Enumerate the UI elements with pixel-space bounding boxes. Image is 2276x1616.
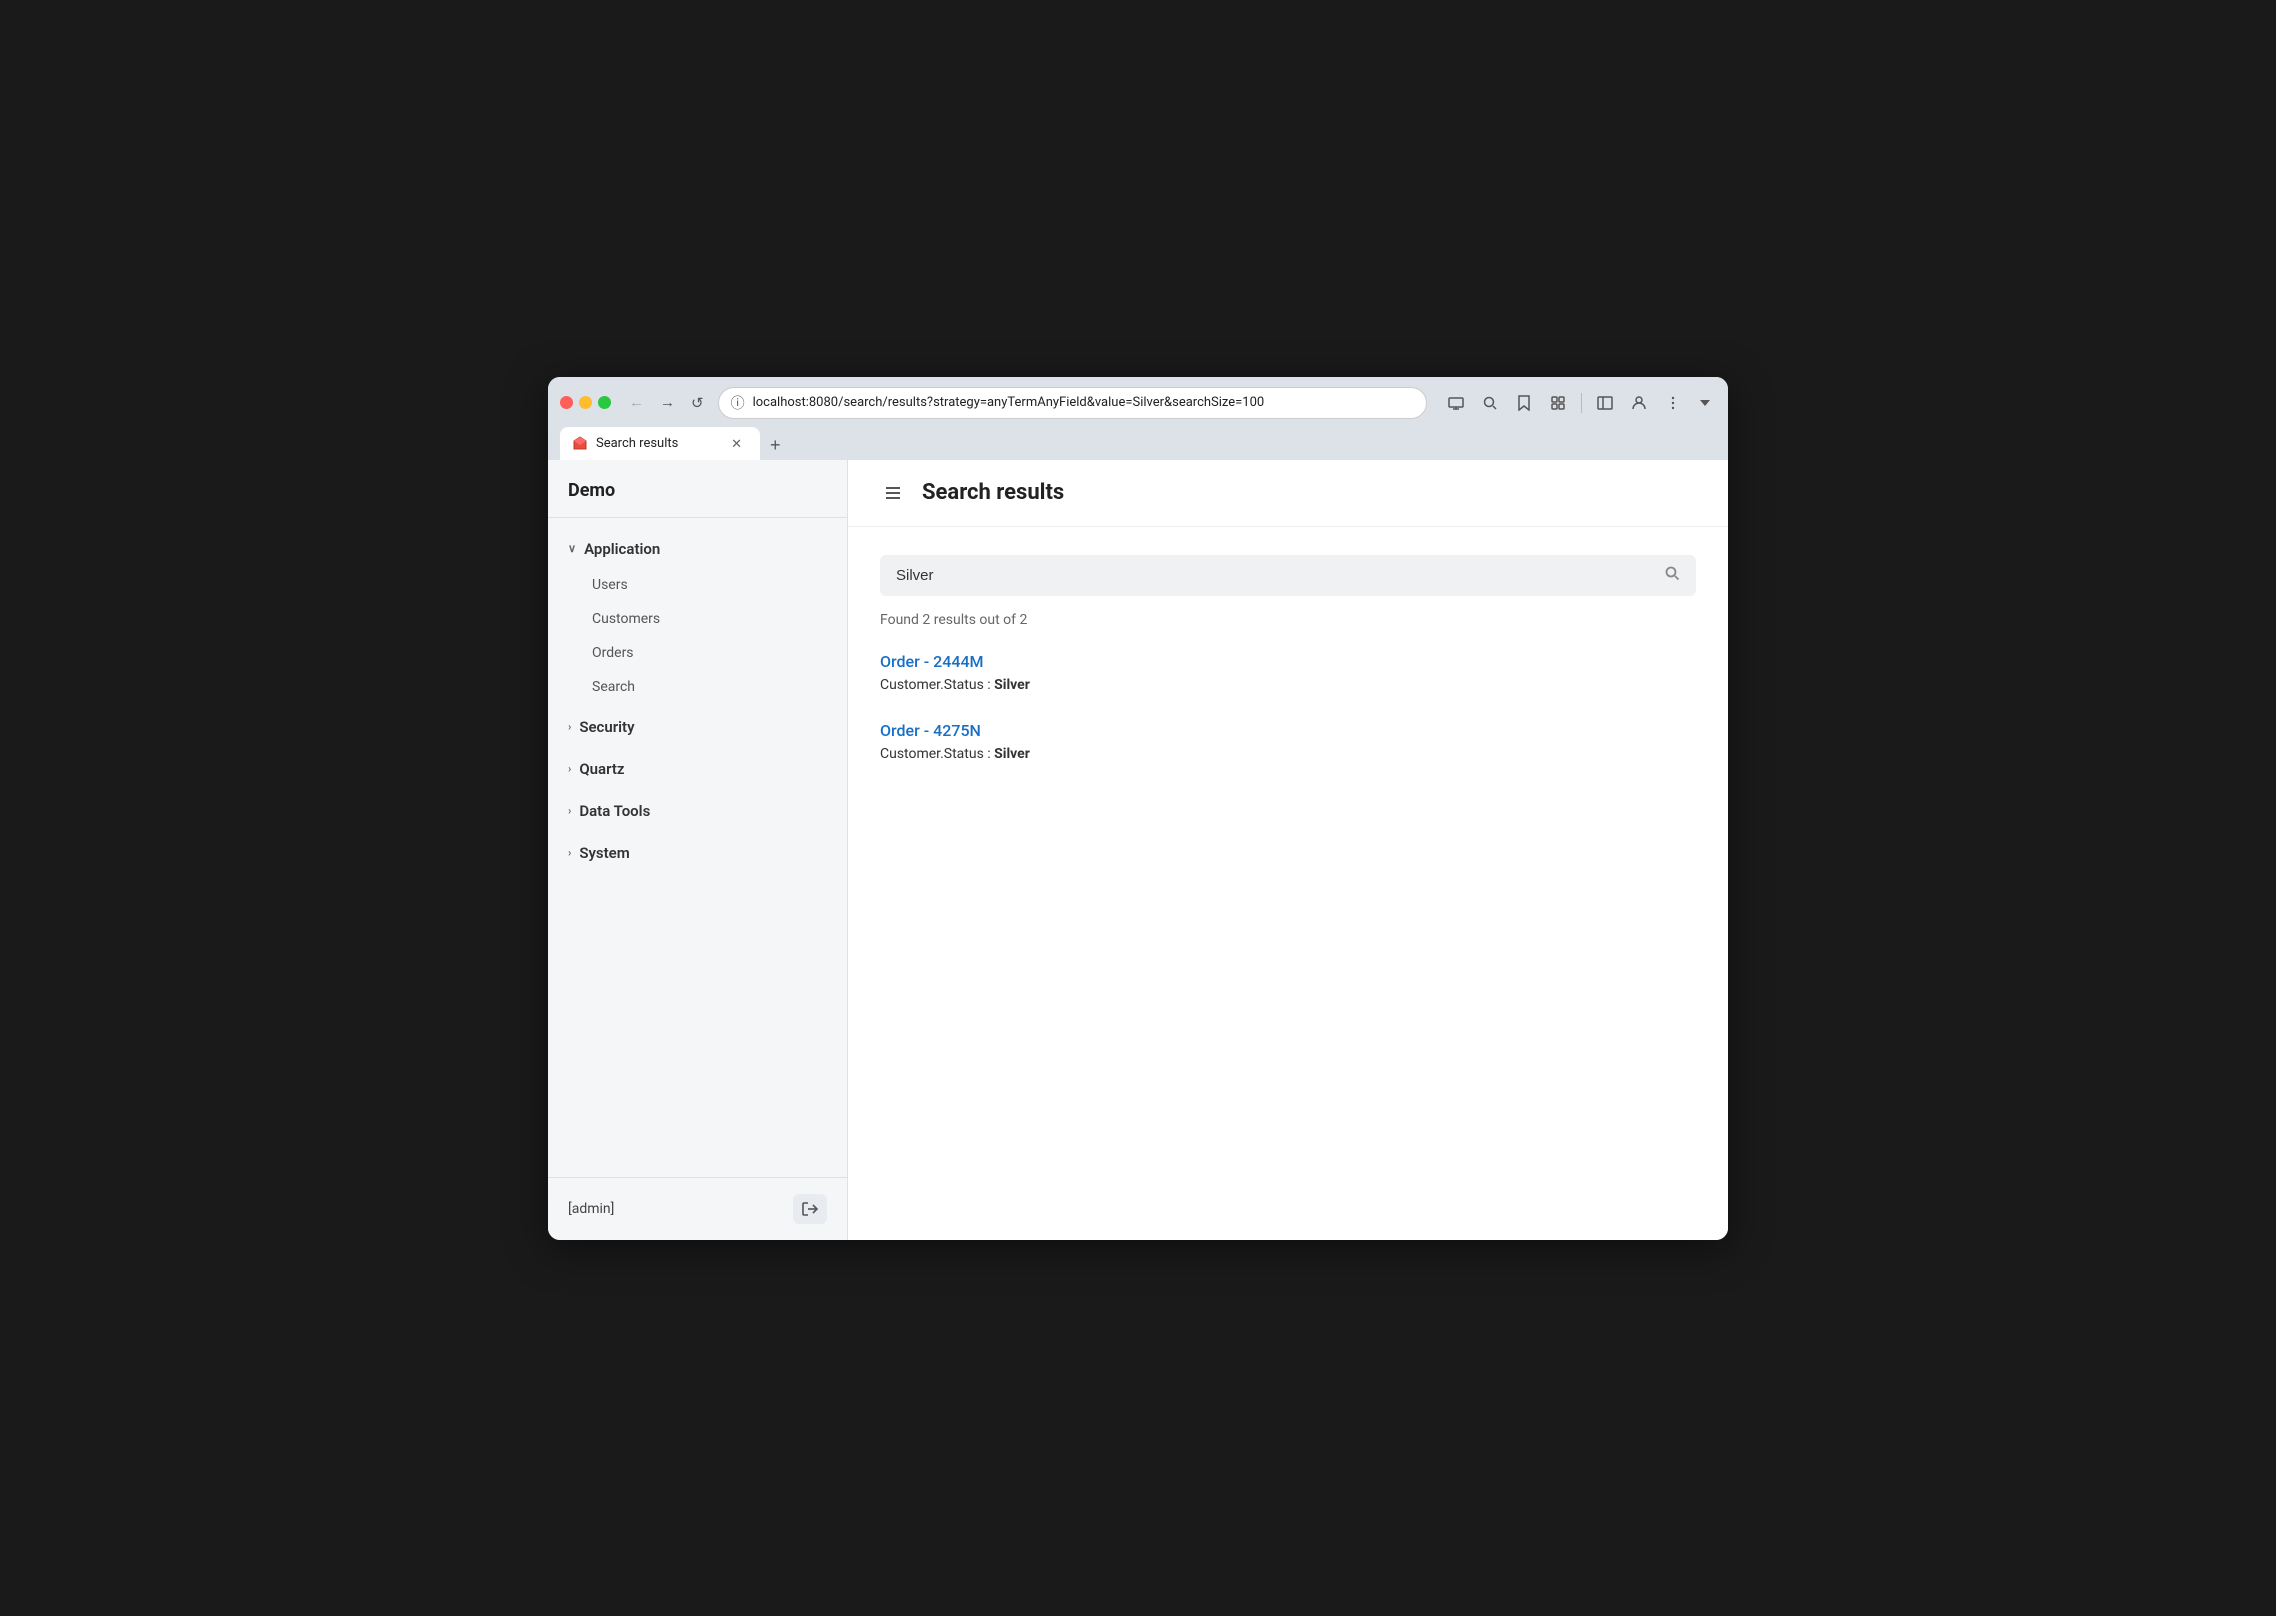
result-link-2[interactable]: Order - 4275N: [880, 721, 981, 740]
sidebar-item-quartz[interactable]: › Quartz: [548, 750, 847, 788]
address-text: localhost:8080/search/results?strategy=a…: [753, 395, 1414, 410]
reload-button[interactable]: ↺: [685, 390, 710, 416]
chevron-right-icon-4: ›: [568, 846, 571, 859]
browser-window: ← → ↺ ⓘ localhost:8080/search/results?st…: [548, 377, 1728, 1240]
result-item-1: Order - 2444M Customer.Status : Silver: [880, 652, 1696, 693]
zoom-icon[interactable]: [1477, 391, 1503, 415]
toolbar-divider: [1581, 393, 1582, 413]
sidebar-item-system[interactable]: › System: [548, 834, 847, 872]
nav-section-system: › System: [548, 834, 847, 872]
sidebar-item-system-label: System: [579, 844, 629, 862]
sidebar-item-data-tools-label: Data Tools: [579, 802, 650, 820]
bookmark-icon[interactable]: [1511, 391, 1537, 415]
address-info-icon: ⓘ: [731, 393, 745, 413]
new-tab-button[interactable]: +: [762, 431, 789, 460]
chevron-down-icon: ∨: [568, 542, 576, 555]
sidebar-item-customers[interactable]: Customers: [548, 602, 847, 636]
menu-icon[interactable]: [1660, 391, 1686, 415]
sidebar-item-users[interactable]: Users: [548, 568, 847, 602]
browser-controls-row: ← → ↺ ⓘ localhost:8080/search/results?st…: [560, 387, 1716, 419]
page-title: Search results: [922, 480, 1064, 505]
tab-favicon: [572, 435, 588, 451]
tab-close-button[interactable]: ✕: [727, 435, 746, 452]
sidebar-user-label: [admin]: [568, 1201, 614, 1217]
application-children: Users Customers Orders Search: [548, 568, 847, 704]
nav-buttons: ← → ↺: [623, 390, 710, 416]
maximize-window-button[interactable]: [598, 396, 611, 409]
sidebar-footer: [admin]: [548, 1177, 847, 1240]
chevron-right-icon-2: ›: [568, 762, 571, 775]
content-header: Search results: [848, 460, 1728, 527]
sidebar-item-security[interactable]: › Security: [548, 708, 847, 746]
nav-section-application: ∨ Application Users Customers Orders Sea…: [548, 530, 847, 704]
results-count-text: Found 2 results out of 2: [880, 612, 1696, 628]
forward-button[interactable]: →: [654, 390, 681, 415]
tab-list-icon[interactable]: [1694, 393, 1716, 413]
sidebar-item-application-label: Application: [584, 540, 660, 558]
sidebar-item-orders[interactable]: Orders: [548, 636, 847, 670]
result-meta-value-2: Silver: [994, 746, 1030, 762]
sidebar-item-data-tools[interactable]: › Data Tools: [548, 792, 847, 830]
nav-section-quartz: › Quartz: [548, 750, 847, 788]
app-layout: Demo ∨ Application Users Customers Order…: [548, 460, 1728, 1240]
address-bar[interactable]: ⓘ localhost:8080/search/results?strategy…: [718, 387, 1427, 419]
sidebar-item-security-label: Security: [579, 718, 634, 736]
result-link-1[interactable]: Order - 2444M: [880, 652, 984, 671]
sidebar-toggle-icon[interactable]: [1592, 391, 1618, 415]
content-body: Found 2 results out of 2 Order - 2444M C…: [848, 527, 1728, 818]
close-window-button[interactable]: [560, 396, 573, 409]
sidebar-nav: ∨ Application Users Customers Orders Sea…: [548, 518, 847, 1177]
sidebar-item-quartz-label: Quartz: [579, 760, 624, 778]
extension-icon[interactable]: [1545, 391, 1571, 415]
search-input[interactable]: [896, 567, 1656, 584]
hamburger-button[interactable]: [880, 480, 906, 506]
back-button[interactable]: ←: [623, 390, 650, 415]
result-meta-value-1: Silver: [994, 677, 1030, 693]
main-content: Search results Found 2 results out of 2: [848, 460, 1728, 1240]
toolbar-icons: [1443, 391, 1716, 415]
sidebar: Demo ∨ Application Users Customers Order…: [548, 460, 848, 1240]
chevron-right-icon: ›: [568, 720, 571, 733]
nav-section-data-tools: › Data Tools: [548, 792, 847, 830]
search-box-container: [880, 555, 1696, 596]
sidebar-logo: Demo: [548, 460, 847, 518]
result-item-2: Order - 4275N Customer.Status : Silver: [880, 721, 1696, 762]
chevron-right-icon-3: ›: [568, 804, 571, 817]
tabs-row: Search results ✕ +: [560, 427, 1716, 460]
active-tab[interactable]: Search results ✕: [560, 427, 760, 460]
logout-button[interactable]: [793, 1194, 827, 1224]
profile-icon[interactable]: [1626, 391, 1652, 415]
tab-title: Search results: [596, 436, 719, 451]
search-submit-button[interactable]: [1664, 565, 1680, 586]
minimize-window-button[interactable]: [579, 396, 592, 409]
screen-share-icon[interactable]: [1443, 391, 1469, 415]
result-meta-label-2: Customer.Status :: [880, 746, 994, 762]
traffic-lights: [560, 396, 611, 409]
result-meta-2: Customer.Status : Silver: [880, 746, 1696, 762]
sidebar-item-application[interactable]: ∨ Application: [548, 530, 847, 568]
browser-chrome: ← → ↺ ⓘ localhost:8080/search/results?st…: [548, 377, 1728, 460]
result-meta-label-1: Customer.Status :: [880, 677, 994, 693]
result-meta-1: Customer.Status : Silver: [880, 677, 1696, 693]
nav-section-security: › Security: [548, 708, 847, 746]
sidebar-item-search[interactable]: Search: [548, 670, 847, 704]
